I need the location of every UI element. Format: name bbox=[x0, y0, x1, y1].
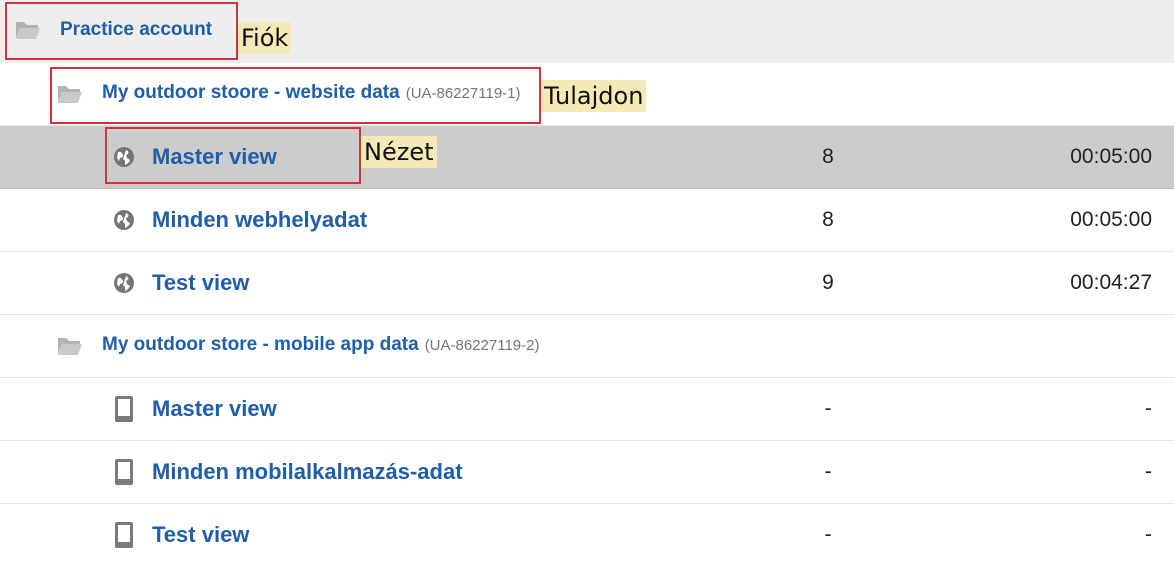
view-row[interactable]: Master view - - bbox=[0, 378, 1174, 441]
property-name-link[interactable]: My outdoor store - mobile app data bbox=[102, 334, 419, 355]
mobile-icon bbox=[113, 521, 137, 548]
view-duration: 00:05:00 bbox=[1070, 145, 1152, 168]
mobile-icon bbox=[113, 395, 137, 422]
view-duration: - bbox=[1145, 460, 1152, 483]
view-name-link[interactable]: Minden webhelyadat bbox=[152, 207, 367, 233]
view-duration: 00:04:27 bbox=[1070, 271, 1152, 294]
view-row[interactable]: Test view 9 00:04:27 bbox=[0, 252, 1174, 315]
view-row[interactable]: Test view - - bbox=[0, 504, 1174, 567]
mobile-icon bbox=[113, 458, 137, 485]
view-count: 9 bbox=[822, 271, 834, 294]
globe-icon bbox=[112, 208, 136, 232]
view-count: 8 bbox=[822, 145, 834, 168]
globe-icon bbox=[112, 271, 136, 295]
property-row[interactable]: My outdoor store - mobile app data (UA-86… bbox=[0, 315, 1174, 378]
view-highlight-box bbox=[105, 127, 361, 184]
property-highlight-box bbox=[50, 67, 541, 124]
account-tag: Fiók bbox=[238, 22, 292, 54]
property-name: My outdoor store - mobile app data (UA-86… bbox=[102, 334, 539, 356]
account-highlight-box bbox=[5, 2, 238, 60]
property-tag: Tulajdon bbox=[541, 80, 647, 112]
view-name-link[interactable]: Master view bbox=[152, 396, 277, 422]
view-duration: - bbox=[1145, 523, 1152, 546]
view-row[interactable]: Minden mobilalkalmazás-adat - - bbox=[0, 441, 1174, 504]
property-id: (UA-86227119-2) bbox=[424, 337, 540, 354]
view-duration: - bbox=[1145, 397, 1152, 420]
view-count: - bbox=[824, 523, 832, 546]
view-name-link[interactable]: Minden mobilalkalmazás-adat bbox=[152, 459, 463, 485]
view-count: - bbox=[824, 397, 832, 420]
folder-icon bbox=[57, 335, 82, 359]
view-row[interactable]: Minden webhelyadat 8 00:05:00 bbox=[0, 189, 1174, 252]
view-tag: Nézet bbox=[361, 136, 437, 168]
view-count: 8 bbox=[822, 208, 834, 231]
view-name-link[interactable]: Test view bbox=[152, 522, 249, 548]
view-name-link[interactable]: Test view bbox=[152, 270, 249, 296]
view-count: - bbox=[824, 460, 832, 483]
view-duration: 00:05:00 bbox=[1070, 208, 1152, 231]
